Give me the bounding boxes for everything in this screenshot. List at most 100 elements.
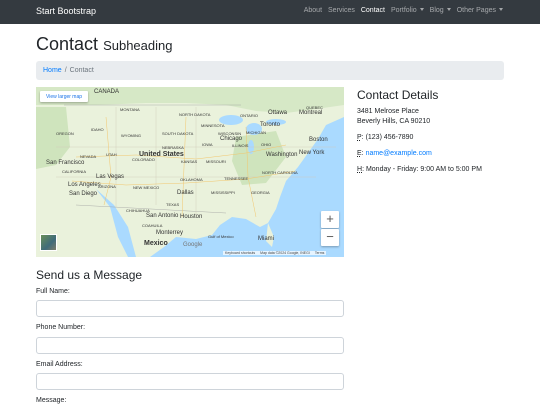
map-label-montana: MONTANA — [120, 107, 140, 112]
map-label-san-diego: San Diego — [69, 191, 98, 197]
nav-item-label: Blog — [429, 7, 444, 14]
email-input[interactable] — [36, 373, 344, 390]
contact-phone: P: (123) 456-7890 — [357, 134, 414, 141]
map-label-new-mexico: NEW MEXICO — [133, 185, 160, 190]
map-label-ohio: OHIO — [261, 142, 272, 147]
satellite-view-toggle[interactable] — [40, 234, 57, 251]
map-label-washington: Washington — [266, 152, 298, 158]
full-name-label: Full Name: — [36, 288, 70, 295]
map-label-toronto: Toronto — [260, 122, 281, 128]
map-label-boston: Boston — [309, 137, 328, 143]
address-line-2: Beverly Hills, CA 90210 — [357, 118, 431, 125]
nav-item-contact[interactable]: Contact — [361, 7, 385, 14]
caret-down-icon — [446, 8, 451, 11]
map-label-new-york: New York — [299, 150, 325, 156]
map-label-mississippi: MISSISSIPPI — [211, 190, 235, 195]
nav-item-other-pages[interactable]: Other Pages — [457, 7, 503, 14]
map-label-montreal: Montreal — [299, 110, 323, 116]
map-label-las-vegas: Las Vegas — [96, 174, 125, 180]
contact-details-title: Contact Details — [357, 88, 439, 102]
map-label-nebraska: NEBRASKA — [162, 145, 184, 150]
map-label-utah: UTAH — [106, 152, 117, 157]
map-label-chicago: Chicago — [220, 136, 243, 142]
map-label-missouri: MISSOURI — [206, 159, 226, 164]
form-title: Send us a Message — [36, 268, 143, 282]
phone-abbr: P — [357, 134, 362, 141]
address-line-1: 3481 Melrose Place — [357, 108, 419, 115]
map-label-chihuahua: CHIHUAHUA — [126, 208, 150, 213]
nav-item-about[interactable]: About — [304, 7, 322, 14]
page-title-text: Contact — [36, 34, 99, 54]
map-label-illinois: ILLINOIS — [232, 143, 249, 148]
terms-link[interactable]: Terms — [315, 251, 325, 255]
phone-label: Phone Number: — [36, 324, 86, 331]
google-logo: Google — [183, 242, 203, 248]
zoom-out-button[interactable]: − — [321, 229, 339, 246]
map-label-south-dakota: SOUTH DAKOTA — [162, 131, 194, 136]
email-abbr: E — [357, 150, 362, 157]
keyboard-shortcuts-link[interactable]: Keyboard shortcuts — [225, 251, 255, 255]
map-data-text: Map data ©2024 Google, INEGI — [260, 251, 310, 255]
map-embed[interactable]: CANADA MONTANA NORTH DAKOTA MINNESOTA ON… — [36, 87, 344, 257]
map-label-ottawa: Ottawa — [268, 110, 288, 116]
map-label-tennessee: TENNESSEE — [224, 176, 249, 181]
nav-item-services[interactable]: Services — [328, 7, 355, 14]
map-label-united-states: United States — [139, 151, 184, 158]
map-label-los-angeles: Los Angeles — [68, 182, 101, 188]
contact-email: E: name@example.com — [357, 150, 432, 157]
map-label-miami: Miami — [258, 236, 274, 242]
breadcrumb-current: Contact — [69, 67, 94, 74]
page-title: Contact Subheading — [36, 34, 172, 55]
map-label-north-dakota: NORTH DAKOTA — [179, 112, 211, 117]
nav-item-label: Portfolio — [390, 7, 417, 14]
nav-item-blog[interactable]: Blog — [430, 7, 451, 14]
map-label-san-antonio: San Antonio — [146, 213, 179, 219]
nav-item-label: About — [303, 7, 323, 14]
contact-hours: H: Monday - Friday: 9:00 AM to 5:00 PM — [357, 166, 482, 173]
phone-input[interactable] — [36, 337, 344, 354]
view-larger-map-button[interactable]: View larger map — [40, 91, 89, 102]
map-attribution: Keyboard shortcuts Map data ©2024 Google… — [223, 251, 327, 255]
nav-menu: About Services Contact Portfolio Blog Ot… — [304, 7, 503, 14]
hours-text: Monday - Friday: 9:00 AM to 5:00 PM — [365, 166, 482, 173]
map-label-north-carolina: NORTH CAROLINA — [262, 170, 298, 175]
map-label-wyoming: WYOMING — [121, 133, 141, 138]
brand-link[interactable]: Start Bootstrap — [36, 6, 96, 16]
caret-down-icon — [419, 8, 424, 11]
breadcrumb-home-link[interactable]: Home — [43, 67, 62, 74]
nav-item-label: Services — [328, 7, 355, 14]
phone-number: (123) 456-7890 — [365, 134, 414, 141]
map-label-michigan: MICHIGAN — [246, 130, 266, 135]
map-label-iowa: IOWA — [202, 142, 213, 147]
map-label-kansas: KANSAS — [181, 159, 198, 164]
navbar: Start Bootstrap About Services Contact P… — [0, 0, 540, 24]
map-label-san-francisco: San Francisco — [46, 160, 85, 166]
map-label-nevada: NEVADA — [80, 154, 97, 159]
map-label-georgia: GEORGIA — [251, 190, 270, 195]
nav-item-label: Other Pages — [456, 7, 496, 14]
map-label-california: CALIFORNIA — [62, 169, 87, 174]
breadcrumb-separator: / — [64, 67, 67, 74]
email-label: Email Address: — [36, 361, 83, 368]
map-label-gulf-of-mexico: Gulf of Mexico — [208, 234, 234, 239]
map-label-houston: Houston — [180, 214, 203, 220]
map-label-ontario: ONTARIO — [240, 113, 258, 118]
zoom-in-button[interactable]: + — [321, 211, 339, 228]
breadcrumb: Home / Contact — [36, 61, 504, 80]
contact-address: 3481 Melrose Place Beverly Hills, CA 902… — [357, 107, 507, 127]
contact-details: Contact Details 3481 Melrose Place Bever… — [357, 88, 507, 181]
page-subheading: Subheading — [103, 38, 173, 53]
map-label-monterrey: Monterrey — [156, 230, 184, 236]
map-label-texas: TEXAS — [166, 202, 180, 207]
caret-down-icon — [499, 8, 503, 11]
map-label-dallas: Dallas — [177, 190, 194, 196]
map-label-oklahoma: OKLAHOMA — [180, 177, 203, 182]
map-label-oregon: OREGON — [56, 131, 74, 136]
map-label-canada: CANADA — [94, 89, 120, 95]
map-label-minnesota: MINNESOTA — [201, 123, 225, 128]
map-label-idaho: IDAHO — [91, 127, 104, 132]
map-label-mexico: Mexico — [144, 240, 168, 247]
email-link[interactable]: name@example.com — [366, 150, 432, 157]
nav-item-portfolio[interactable]: Portfolio — [391, 7, 424, 14]
full-name-input[interactable] — [36, 300, 344, 317]
